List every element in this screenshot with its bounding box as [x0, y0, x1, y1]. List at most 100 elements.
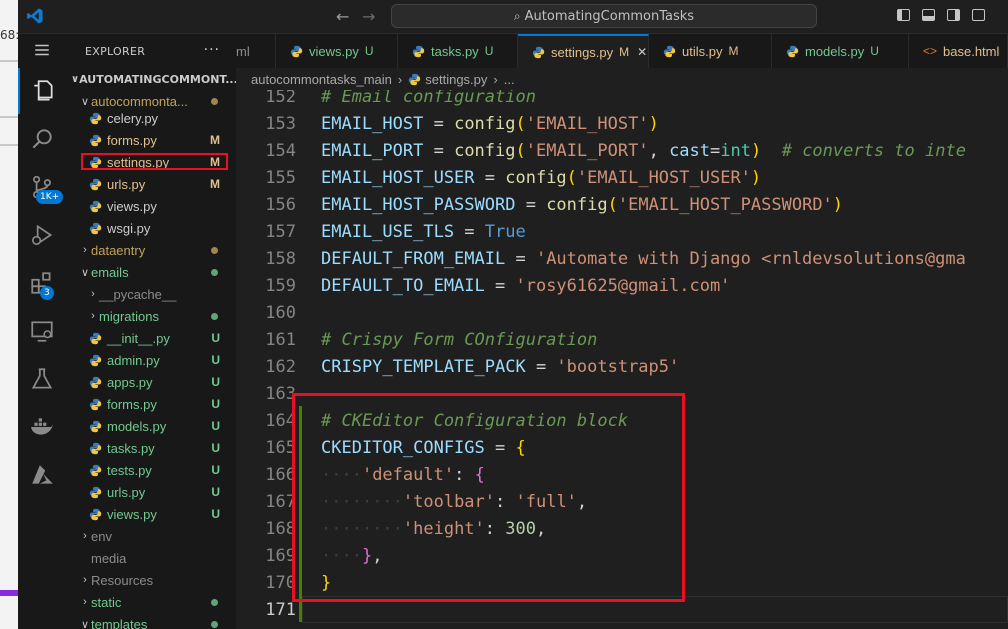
- editor-tab[interactable]: utils.py M: [649, 34, 772, 68]
- tree-item[interactable]: › static: [65, 591, 236, 613]
- line-number: 169: [265, 546, 296, 566]
- tree-item-label: settings.py: [107, 154, 170, 170]
- extensions-badge: 3: [40, 286, 54, 300]
- extensions-icon[interactable]: [18, 260, 65, 306]
- search-icon: ⌕: [513, 8, 521, 23]
- tree-item-label: emails: [91, 264, 129, 280]
- breadcrumb-folder[interactable]: autocommontasks_main: [251, 72, 392, 87]
- tab-label: tasks.py: [431, 43, 479, 59]
- breadcrumb-file[interactable]: settings.py: [425, 72, 487, 87]
- code-line: CRISPY_TEMPLATE_PACK = 'bootstrap5': [321, 357, 680, 377]
- line-number: 160: [265, 303, 296, 323]
- git-status-dot: [211, 598, 218, 606]
- code-line: ········'height': 300,: [321, 519, 547, 539]
- code-line: CKEDITOR_CONFIGS = {: [321, 438, 526, 458]
- more-actions-icon[interactable]: ···: [204, 42, 220, 58]
- close-tab-icon[interactable]: ✕: [637, 45, 647, 59]
- tree-item-label: static: [91, 594, 122, 610]
- tree-item[interactable]: › __pycache__: [65, 283, 236, 305]
- title-bar: ← → ⌕ AutomatingCommonTasks: [18, 0, 1008, 34]
- toggle-panel-icon[interactable]: [922, 9, 935, 21]
- forward-arrow-icon[interactable]: →: [362, 7, 375, 26]
- line-number: 167: [265, 492, 296, 512]
- toggle-secondary-sidebar-icon[interactable]: [947, 9, 960, 21]
- back-arrow-icon[interactable]: ←: [336, 7, 349, 26]
- git-status-badge: M: [210, 133, 220, 147]
- tree-item[interactable]: ∨ emails: [65, 261, 236, 283]
- tree-item[interactable]: tests.py U: [65, 459, 236, 481]
- toggle-primary-sidebar-icon[interactable]: [897, 9, 910, 21]
- tree-item-label: __pycache__: [99, 286, 177, 302]
- tab-label: base.html: [943, 43, 1000, 59]
- editor-tab[interactable]: models.py U: [772, 34, 909, 68]
- tree-item[interactable]: settings.py M: [65, 151, 236, 173]
- python-file-icon: [89, 222, 102, 234]
- editor-tab[interactable]: <> base.html: [909, 34, 1008, 68]
- tree-item[interactable]: models.py U: [65, 415, 236, 437]
- customize-layout-icon[interactable]: [972, 9, 985, 21]
- editor-tab[interactable]: settings.py M ✕: [518, 34, 649, 68]
- docker-icon[interactable]: [18, 404, 65, 450]
- remote-explorer-icon[interactable]: [18, 308, 65, 354]
- tree-item[interactable]: admin.py U: [65, 349, 236, 371]
- tree-item[interactable]: tasks.py U: [65, 437, 236, 459]
- chevron-right-icon: ›: [83, 596, 87, 608]
- python-file-icon: [89, 178, 102, 190]
- tree-item[interactable]: celery.py: [65, 107, 236, 129]
- tree-item-label: Resources: [91, 572, 154, 588]
- line-number: 171: [265, 600, 296, 620]
- git-status-badge: U: [211, 331, 220, 345]
- tree-item[interactable]: › Resources: [65, 569, 236, 591]
- tree-item-label: forms.py: [107, 132, 157, 148]
- python-file-icon: [409, 73, 421, 85]
- run-debug-icon[interactable]: [18, 212, 65, 258]
- command-center-label: AutomatingCommonTasks: [524, 8, 695, 24]
- tree-item[interactable]: views.py: [65, 195, 236, 217]
- tree-item-label: env: [91, 528, 112, 544]
- breadcrumb-separator-icon: ›: [493, 71, 498, 87]
- git-status-badge: U: [211, 419, 220, 433]
- tree-item[interactable]: forms.py U: [65, 393, 236, 415]
- azure-icon[interactable]: [18, 452, 65, 498]
- explorer-header: EXPLORER ···: [65, 34, 236, 68]
- editor-tab[interactable]: views.py U: [276, 34, 398, 68]
- divider: [0, 144, 18, 146]
- tree-item[interactable]: › dataentry: [65, 239, 236, 261]
- search-icon[interactable]: [18, 116, 65, 162]
- chevron-down-icon: ∨: [80, 266, 90, 279]
- testing-icon[interactable]: [18, 356, 65, 402]
- git-status-dot: [211, 268, 218, 276]
- python-file-icon: [89, 486, 102, 498]
- tree-item[interactable]: › migrations: [65, 305, 236, 327]
- tree-item[interactable]: wsgi.py: [65, 217, 236, 239]
- explorer-icon[interactable]: [18, 68, 65, 114]
- tree-item-label: urls.py: [107, 176, 146, 192]
- code-editor[interactable]: 152 153 154 155 156 157 158 159 160 161 162 163 164 1…: [236, 90, 1008, 629]
- code-line: # Email configuration: [321, 90, 536, 107]
- tree-item-label: __init__.py: [107, 330, 170, 346]
- tree-item[interactable]: › env: [65, 525, 236, 547]
- tree-item[interactable]: urls.py U: [65, 481, 236, 503]
- editor-tab[interactable]: tasks.py U: [398, 34, 518, 68]
- python-file-icon: [89, 376, 102, 388]
- tree-item[interactable]: media: [65, 547, 236, 569]
- code-line: # CKEditor Configuration block: [321, 411, 629, 431]
- tree-item[interactable]: ∨ templates: [65, 613, 236, 629]
- command-center-search[interactable]: ⌕ AutomatingCommonTasks: [391, 4, 817, 28]
- code-line: ········'toolbar': 'full',: [321, 492, 588, 512]
- tree-item[interactable]: forms.py M: [65, 129, 236, 151]
- tree-item[interactable]: urls.py M: [65, 173, 236, 195]
- tree-item[interactable]: apps.py U: [65, 371, 236, 393]
- divider: [0, 590, 18, 596]
- editor-tab[interactable]: ml: [236, 34, 276, 68]
- tree-item[interactable]: __init__.py U: [65, 327, 236, 349]
- git-status-badge: M: [210, 155, 220, 169]
- menu-icon[interactable]: [18, 30, 65, 70]
- breadcrumb-symbols[interactable]: ...: [504, 72, 515, 87]
- workspace-root-folder[interactable]: ∨ AUTOMATINGCOMMONT...: [65, 68, 236, 90]
- chevron-right-icon: ›: [83, 574, 87, 586]
- tree-item[interactable]: views.py U: [65, 503, 236, 525]
- line-number: 165: [265, 438, 296, 458]
- code-line: EMAIL_HOST_USER = config('EMAIL_HOST_USE…: [321, 168, 762, 188]
- source-control-badge: 1K+: [36, 190, 64, 204]
